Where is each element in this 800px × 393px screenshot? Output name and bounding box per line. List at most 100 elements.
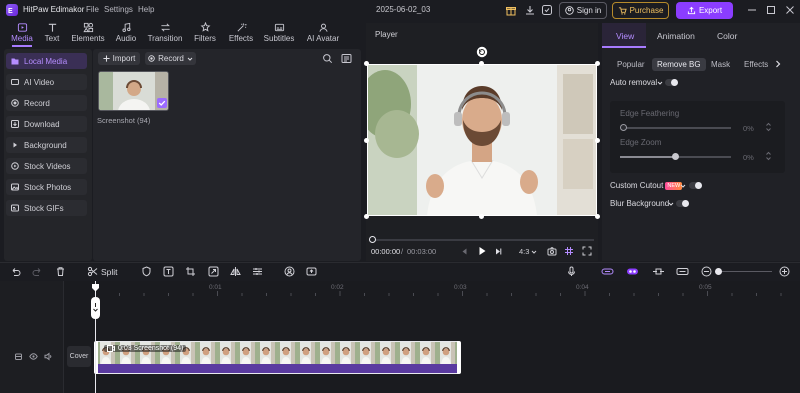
snap-icon[interactable]	[652, 266, 664, 277]
auto-removal-toggle[interactable]	[665, 79, 678, 86]
resize-handle[interactable]	[364, 214, 369, 219]
tab-media[interactable]: Media	[8, 20, 36, 47]
scrubber-track[interactable]	[372, 239, 594, 241]
add-text-icon[interactable]	[163, 266, 174, 277]
playhead-handle[interactable]	[91, 297, 100, 319]
export-button[interactable]: Export	[676, 2, 733, 19]
purchase-button[interactable]: Purchase	[612, 2, 669, 19]
resize-handle[interactable]	[479, 61, 484, 66]
sidebar-item-download[interactable]: Download	[6, 116, 87, 132]
sign-in-button[interactable]: Sign in	[559, 2, 607, 19]
zoom-in-icon[interactable]	[779, 266, 790, 277]
aspect-ratio[interactable]: 4:3	[519, 247, 529, 256]
maximize-icon[interactable]	[766, 5, 776, 15]
sidebar-item-stock-photos[interactable]: Stock Photos	[6, 179, 87, 195]
import-button[interactable]: Import	[98, 52, 140, 65]
list-view-icon[interactable]	[341, 53, 352, 64]
resize-handle[interactable]	[595, 61, 600, 66]
fullscreen-icon[interactable]	[582, 246, 592, 256]
chevron-down-icon[interactable]	[680, 183, 686, 189]
tab-view[interactable]: View	[616, 31, 634, 41]
tab-text[interactable]: Text	[41, 20, 63, 47]
tab-animation[interactable]: Animation	[657, 31, 695, 41]
mask-shield-icon[interactable]	[141, 266, 152, 277]
grid-icon[interactable]	[564, 246, 574, 256]
chevron-down-icon[interactable]	[657, 80, 663, 86]
track-visibility-icon[interactable]	[29, 352, 38, 361]
close-icon[interactable]	[785, 5, 795, 15]
previous-frame-icon[interactable]	[460, 247, 469, 256]
resize-handle[interactable]	[479, 214, 484, 219]
fit-timeline-icon[interactable]	[676, 266, 689, 277]
sidebar-item-stock-gifs[interactable]: Stock GIFs	[6, 200, 87, 216]
zoom-out-icon[interactable]	[701, 266, 712, 277]
split-icon[interactable]	[87, 266, 98, 277]
clip-trim-handle-right[interactable]	[457, 341, 461, 374]
menu-file[interactable]: File	[86, 5, 99, 14]
tab-color[interactable]: Color	[717, 31, 737, 41]
subtab-popular[interactable]: Popular	[612, 58, 650, 71]
tab-elements[interactable]: Elements	[69, 20, 107, 47]
zoom-slider-knob[interactable]	[715, 268, 722, 275]
undo-icon[interactable]	[10, 266, 21, 277]
resize-handle[interactable]	[364, 138, 369, 143]
rotate-icon[interactable]	[208, 266, 219, 277]
split-label[interactable]: Split	[101, 267, 118, 277]
redo-icon[interactable]	[32, 266, 43, 277]
sidebar-item-ai-video[interactable]: AI Video	[6, 74, 87, 90]
sidebar-item-stock-videos[interactable]: Stock Videos	[6, 158, 87, 174]
cover-button[interactable]: Cover	[67, 346, 91, 367]
microphone-icon[interactable]	[566, 266, 577, 277]
tab-transition[interactable]: Transition	[146, 20, 184, 47]
link-icon[interactable]	[626, 266, 638, 277]
track-mute-icon[interactable]	[44, 352, 53, 361]
chevron-down-icon[interactable]	[668, 201, 674, 207]
resize-handle[interactable]	[595, 214, 600, 219]
tab-effects[interactable]: Effects	[227, 20, 255, 47]
edge-feathering-slider[interactable]	[623, 127, 731, 129]
zoom-slider[interactable]	[715, 271, 772, 272]
edge-feathering-stepper[interactable]	[765, 121, 772, 133]
blur-background-toggle[interactable]	[676, 200, 689, 207]
edge-zoom-knob[interactable]	[672, 153, 679, 160]
subtab-remove-bg[interactable]: Remove BG	[652, 58, 706, 71]
subtab-mask[interactable]: Mask	[706, 58, 735, 71]
menu-help[interactable]: Help	[138, 5, 154, 14]
magnet-icon[interactable]	[601, 266, 614, 277]
delete-icon[interactable]	[55, 266, 66, 277]
record-button[interactable]: Record	[145, 52, 196, 65]
resize-handle[interactable]	[364, 61, 369, 66]
snapshot-icon[interactable]	[547, 246, 557, 256]
rotate-handle-icon[interactable]	[476, 46, 488, 58]
mirror-icon[interactable]	[230, 266, 241, 277]
sidebar-item-local-media[interactable]: Local Media	[6, 53, 87, 69]
subtab-effects[interactable]: Effects	[739, 58, 773, 71]
chevron-down-icon[interactable]	[531, 249, 537, 255]
playhead-marker-icon[interactable]	[91, 283, 100, 292]
minimize-icon[interactable]	[747, 5, 757, 15]
sidebar-item-record[interactable]: Record	[6, 95, 87, 111]
crop-icon[interactable]	[185, 266, 196, 277]
edge-feathering-knob[interactable]	[620, 124, 627, 131]
next-frame-icon[interactable]	[494, 247, 503, 256]
resize-handle[interactable]	[595, 138, 600, 143]
preview-canvas[interactable]	[367, 64, 597, 216]
adjust-icon[interactable]	[252, 266, 263, 277]
edge-zoom-stepper[interactable]	[765, 150, 772, 162]
menu-settings[interactable]: Settings	[104, 5, 133, 14]
tab-audio[interactable]: Audio	[113, 20, 139, 47]
timeline-ruler[interactable]	[95, 281, 800, 297]
download-icon[interactable]	[524, 4, 536, 16]
scrubber-knob[interactable]	[369, 236, 376, 243]
search-icon[interactable]	[322, 53, 333, 64]
avatar-icon[interactable]	[284, 266, 295, 277]
tab-ai-avatar[interactable]: AI Avatar	[305, 20, 341, 47]
screen-record-icon[interactable]	[306, 266, 317, 277]
custom-cutout-toggle[interactable]	[689, 182, 702, 189]
chevron-right-icon[interactable]	[774, 60, 782, 68]
notification-icon[interactable]	[541, 4, 553, 16]
play-icon[interactable]	[477, 246, 487, 256]
tab-subtitles[interactable]: Subtitles	[262, 20, 296, 47]
track-lock-icon[interactable]	[14, 352, 23, 361]
tab-filters[interactable]: Filters	[193, 20, 217, 47]
